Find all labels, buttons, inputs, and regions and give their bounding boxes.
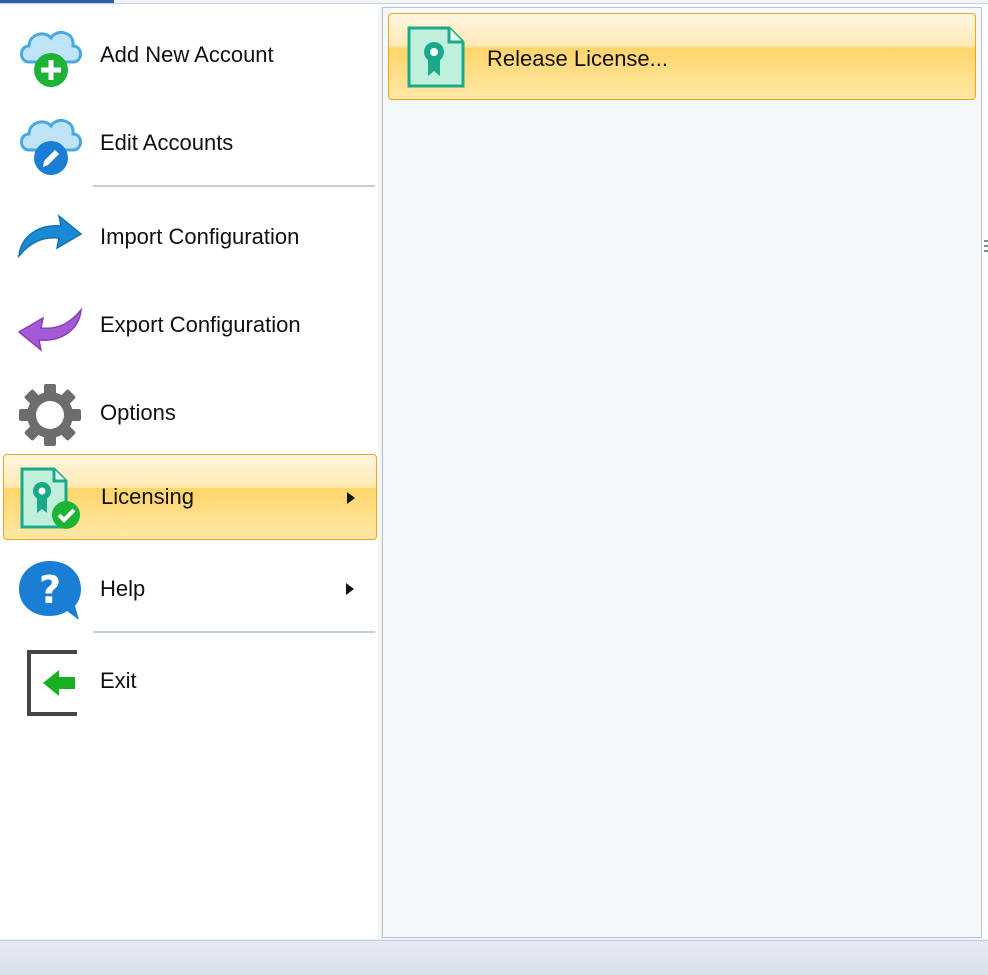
menu-item-options[interactable]: Options (3, 370, 377, 456)
menu-item-label: Licensing (101, 484, 194, 509)
menu-item-licensing[interactable]: Licensing (3, 454, 377, 540)
license-check-icon (18, 465, 84, 531)
menu-item-help[interactable]: ? Help (3, 546, 377, 632)
menu-left-pane: Add New Account Edit Accounts Import Con… (0, 4, 380, 939)
submenu-item-label: Release License... (487, 46, 668, 71)
gear-icon (17, 382, 83, 448)
status-bar (0, 940, 988, 975)
menu-item-add-new-account[interactable]: Add New Account (3, 12, 377, 98)
svg-text:?: ? (39, 568, 61, 612)
menu-item-label: Help (100, 576, 146, 601)
submenu-item-release-license[interactable]: Release License... (388, 13, 976, 100)
menu-item-import-configuration[interactable]: Import Configuration (3, 194, 377, 280)
menu-item-label: Options (100, 400, 176, 425)
import-arrow-icon (17, 206, 83, 272)
menu-item-label: Edit Accounts (100, 130, 234, 155)
menu-separator (93, 631, 375, 633)
export-arrow-icon (17, 294, 83, 360)
license-certificate-icon (405, 24, 467, 90)
menu-item-export-configuration[interactable]: Export Configuration (3, 282, 377, 368)
menu-item-edit-accounts[interactable]: Edit Accounts (3, 100, 377, 186)
help-bubble-icon: ? (17, 558, 83, 624)
cloud-add-icon (17, 24, 83, 90)
menu-item-label: Exit (100, 668, 137, 693)
cloud-edit-icon (17, 112, 83, 178)
menu-item-exit[interactable]: Exit (3, 638, 377, 724)
exit-icon (17, 650, 83, 716)
application-menu: Add New Account Edit Accounts Import Con… (0, 3, 988, 939)
menu-item-label: Export Configuration (100, 312, 301, 337)
menu-separator (93, 185, 375, 187)
submenu-pane: Release License... (382, 7, 982, 938)
menu-item-label: Add New Account (100, 42, 274, 67)
background-edge-marker (984, 240, 988, 260)
submenu-arrow-icon (346, 583, 354, 595)
submenu-arrow-icon (347, 492, 355, 504)
menu-item-label: Import Configuration (100, 224, 300, 249)
